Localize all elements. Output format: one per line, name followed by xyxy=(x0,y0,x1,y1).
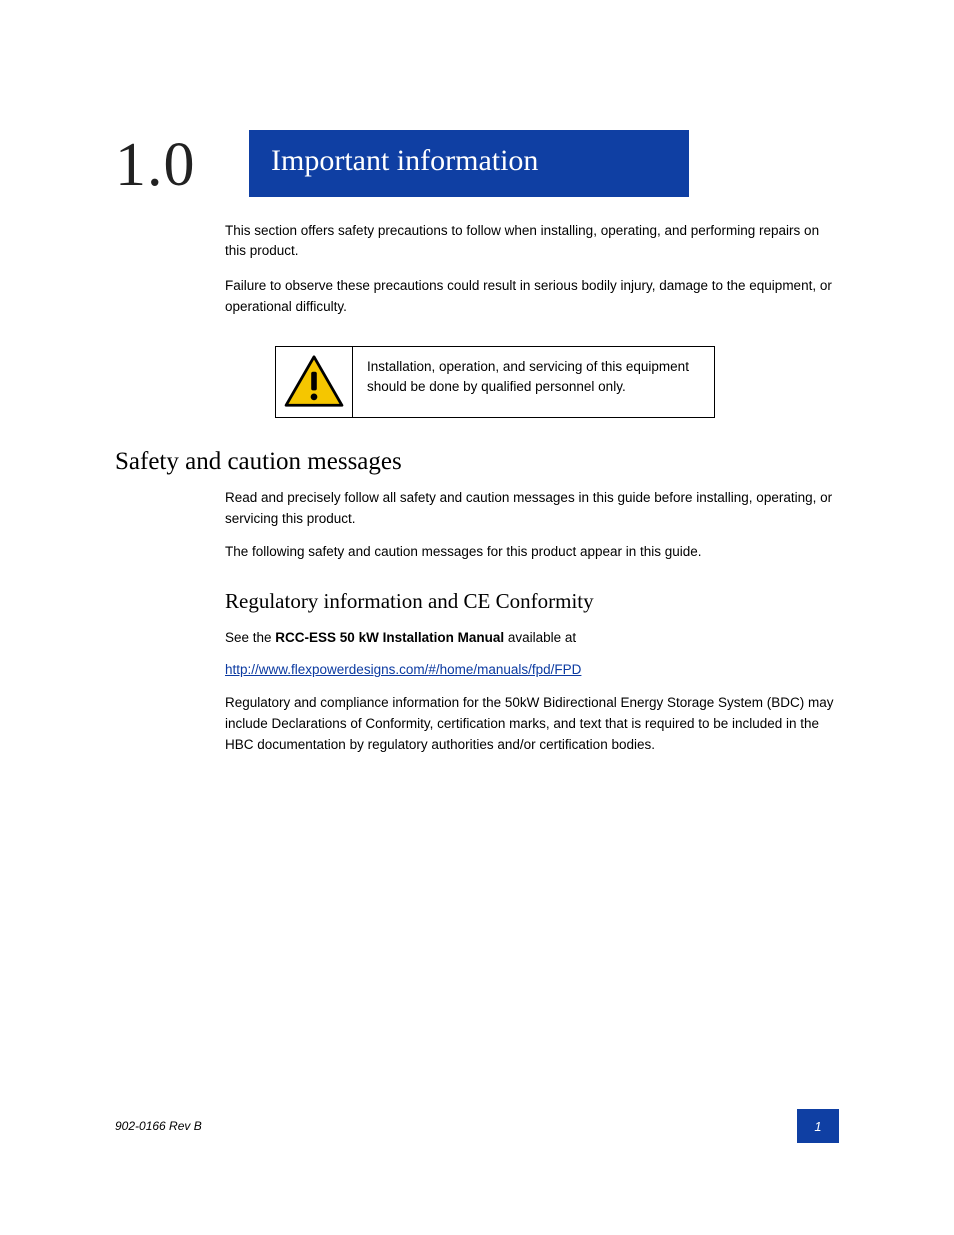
manual-link[interactable]: http://www.flexpowerdesigns.com/#/home/m… xyxy=(225,662,581,677)
intro-text: This section offers safety precautions t… xyxy=(225,221,839,319)
chapter-number: 1.0 xyxy=(115,130,225,196)
footer-page-number: 1 xyxy=(797,1109,839,1143)
section-heading-safety: Safety and caution messages xyxy=(115,448,839,476)
subsection-regulatory: Regulatory information and CE Conformity… xyxy=(115,585,839,756)
chapter-header: 1.0 Important information xyxy=(115,130,839,197)
subsection-reference-line: See the RCC-ESS 50 kW Installation Manua… xyxy=(225,628,839,649)
section-safety: Safety and caution messages Read and pre… xyxy=(115,448,839,563)
warning-triangle-icon xyxy=(284,355,344,409)
ref-suffix: available at xyxy=(504,630,576,645)
footer-doc-id: 902-0166 Rev B xyxy=(115,1119,202,1133)
chapter-title-bar: Important information xyxy=(249,130,689,197)
section-body: Read and precisely follow all safety and… xyxy=(225,488,839,563)
ref-prefix: See the xyxy=(225,630,275,645)
intro-paragraph-1: This section offers safety precautions t… xyxy=(225,221,839,263)
section-paragraph-1: Read and precisely follow all safety and… xyxy=(225,488,839,530)
caution-callout: Installation, operation, and servicing o… xyxy=(275,346,715,418)
page-footer: 902-0166 Rev B 1 xyxy=(115,1109,839,1143)
caution-text: Installation, operation, and servicing o… xyxy=(353,347,714,417)
subsection-paragraph-2: Regulatory and compliance information fo… xyxy=(225,693,839,756)
ref-manual-title: RCC-ESS 50 kW Installation Manual xyxy=(275,630,504,645)
caution-icon-cell xyxy=(276,347,353,417)
subsection-heading-regulatory: Regulatory information and CE Conformity xyxy=(225,585,839,618)
intro-paragraph-2: Failure to observe these precautions cou… xyxy=(225,276,839,318)
document-page: 1.0 Important information This section o… xyxy=(0,0,954,1235)
section-paragraph-2: The following safety and caution message… xyxy=(225,542,839,563)
